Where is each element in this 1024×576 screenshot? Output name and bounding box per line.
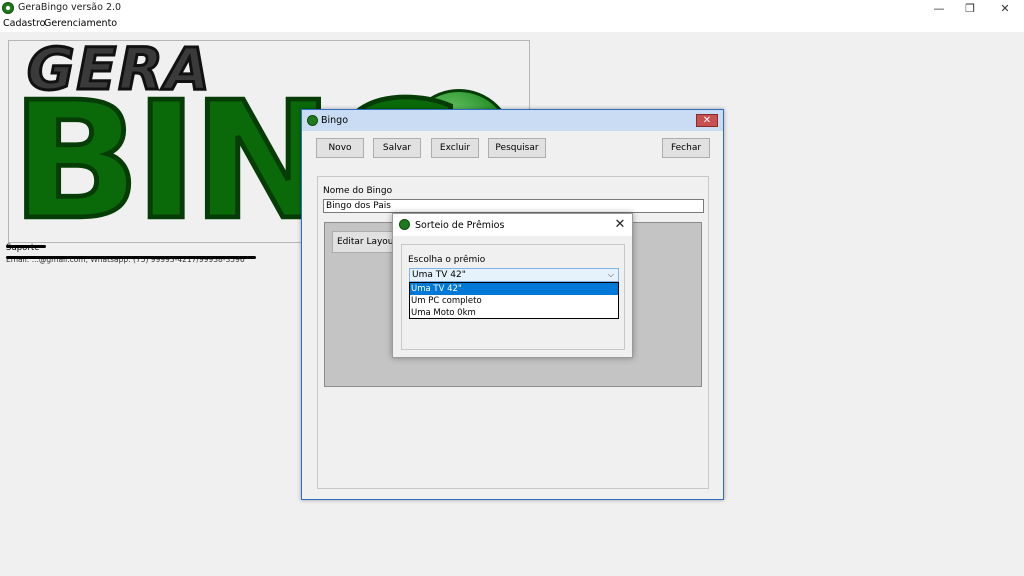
bingo-dialog-titlebar[interactable]: Bingo ✕ xyxy=(302,110,723,131)
novo-button[interactable]: Novo xyxy=(316,138,364,158)
premio-selected-value: Uma TV 42" xyxy=(412,270,466,280)
menu-bar: Cadastro Gerenciamento xyxy=(0,17,1024,32)
support-info: Suporte Email: ...@gmail.com, Whatsapp: … xyxy=(6,243,266,264)
app-icon xyxy=(2,2,14,14)
excluir-button[interactable]: Excluir xyxy=(431,138,479,158)
main-titlebar: GeraBingo versão 2.0 — ❐ ✕ xyxy=(0,0,1024,17)
premio-option[interactable]: Uma Moto 0km xyxy=(410,307,618,319)
pesquisar-button[interactable]: Pesquisar xyxy=(488,138,546,158)
sorteio-dialog-title: Sorteio de Prêmios xyxy=(415,220,505,231)
premio-option[interactable]: Um PC completo xyxy=(410,295,618,307)
redaction-mark xyxy=(6,245,46,248)
restore-button[interactable]: ❐ xyxy=(955,1,985,16)
premio-group: Escolha o prêmio Uma TV 42" ⌵ Uma TV 42"… xyxy=(401,244,625,350)
window-title: GeraBingo versão 2.0 xyxy=(18,2,122,13)
premio-select[interactable]: Uma TV 42" ⌵ xyxy=(409,268,619,282)
bingo-close-button[interactable]: ✕ xyxy=(696,114,718,127)
menu-gerenciamento[interactable]: Gerenciamento xyxy=(44,18,117,29)
menu-cadastro[interactable]: Cadastro xyxy=(3,18,46,29)
bingo-dialog-title: Bingo xyxy=(321,115,349,126)
premio-dropdown-list: Uma TV 42" Um PC completo Uma Moto 0km xyxy=(409,282,619,319)
app-icon xyxy=(399,219,410,230)
chevron-down-icon[interactable]: ⌵ xyxy=(608,269,614,281)
premio-label: Escolha o prêmio xyxy=(408,255,486,265)
sorteio-dialog-titlebar[interactable]: Sorteio de Prêmios ✕ xyxy=(393,214,632,236)
salvar-button[interactable]: Salvar xyxy=(373,138,421,158)
sorteio-dialog: Sorteio de Prêmios ✕ Escolha o prêmio Um… xyxy=(392,213,633,358)
close-button[interactable]: ✕ xyxy=(990,1,1020,16)
minimize-button[interactable]: — xyxy=(924,1,954,16)
fechar-button[interactable]: Fechar xyxy=(662,138,710,158)
nome-bingo-label: Nome do Bingo xyxy=(323,186,393,196)
redaction-mark xyxy=(6,256,256,259)
sorteio-close-button[interactable]: ✕ xyxy=(612,217,628,233)
nome-bingo-input[interactable]: Bingo dos Pais xyxy=(323,199,704,213)
premio-option[interactable]: Uma TV 42" xyxy=(410,283,618,295)
app-icon xyxy=(307,115,318,126)
